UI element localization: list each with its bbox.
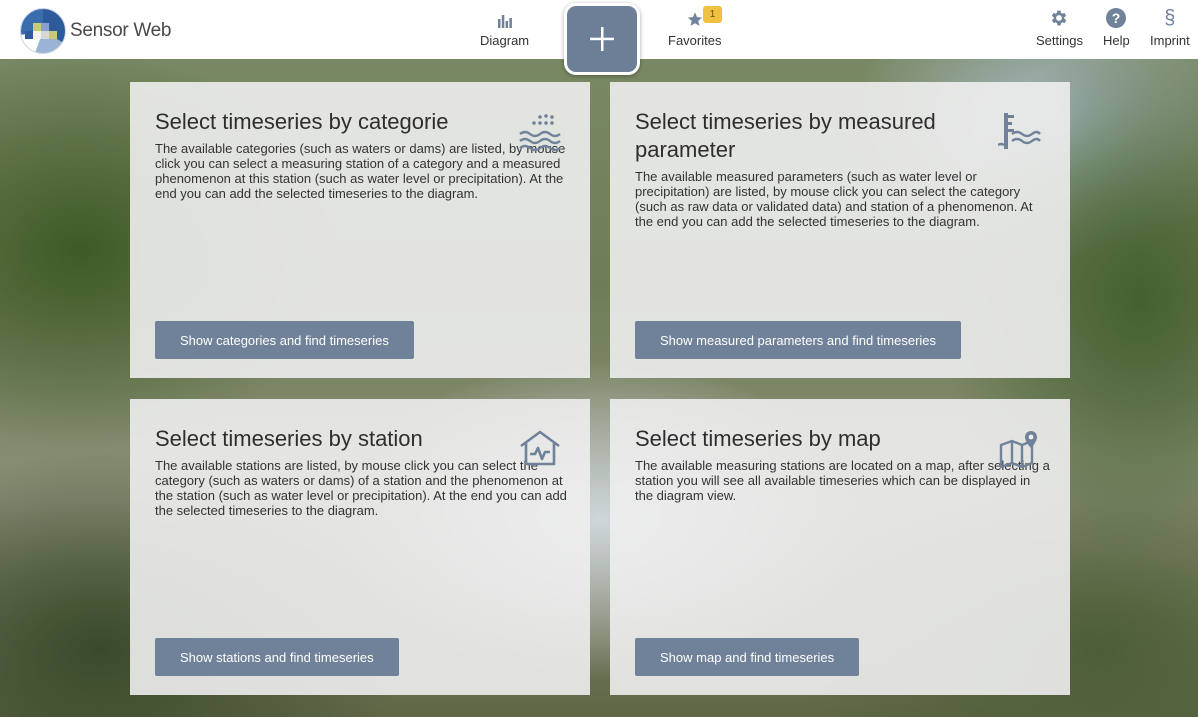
water-gauge-icon — [997, 112, 1042, 152]
nav-diagram[interactable]: Diagram — [480, 8, 529, 48]
card-title: Select timeseries by categorie — [155, 109, 449, 134]
nav-diagram-label: Diagram — [480, 33, 530, 48]
card-description: The available measuring stations are loc… — [635, 458, 1050, 503]
card-title: Select timeseries by map — [635, 426, 881, 451]
brand-name: Sensor Web — [70, 20, 172, 41]
card-description: The available stations are listed, by mo… — [155, 458, 567, 518]
map-pin-icon — [998, 429, 1042, 469]
nav-settings[interactable]: Settings — [1036, 8, 1083, 48]
gear-icon — [1049, 8, 1069, 28]
nav-imprint-label: Imprint — [1150, 33, 1190, 48]
nav-settings-label: Settings — [1036, 33, 1083, 48]
brand-logo[interactable]: Sensor Web — [20, 8, 172, 54]
nav-imprint[interactable]: § Imprint — [1150, 8, 1190, 48]
show-stations-button[interactable]: Show stations and find timeseries — [155, 638, 399, 676]
card-by-map: Select timeseries by map The available m… — [610, 399, 1070, 695]
show-map-button[interactable]: Show map and find timeseries — [635, 638, 860, 676]
add-timeseries-button[interactable] — [564, 3, 640, 75]
sensor-web-logo-icon — [20, 8, 66, 54]
help-icon: ? — [1106, 8, 1127, 28]
bar-chart-icon — [497, 8, 512, 28]
card-description: The available measured parameters (such … — [635, 169, 1033, 229]
nav-help[interactable]: ? Help — [1103, 8, 1130, 48]
svg-text:?: ? — [1112, 10, 1121, 26]
star-icon — [686, 8, 704, 28]
card-title: Select timeseries by station — [155, 426, 423, 451]
nav-favorites-label: Favorites — [668, 33, 722, 48]
card-by-parameter: Select timeseries by measured parameter … — [610, 82, 1070, 378]
show-categories-button[interactable]: Show categories and find timeseries — [155, 321, 414, 359]
card-title: Select timeseries by measured parameter — [635, 109, 936, 162]
station-house-icon — [518, 429, 562, 469]
show-parameters-button[interactable]: Show measured parameters and find timese… — [635, 321, 962, 359]
card-by-category: Select timeseries by categorie The avail… — [130, 82, 590, 378]
rain-waves-icon — [518, 112, 562, 152]
card-description: The available categories (such as waters… — [155, 141, 566, 201]
favorites-count-badge: 1 — [703, 6, 722, 23]
section-sign-icon: § — [1164, 7, 1176, 29]
nav-help-label: Help — [1103, 33, 1130, 48]
plus-icon — [590, 27, 614, 51]
card-by-station: Select timeseries by station The availab… — [130, 399, 590, 695]
